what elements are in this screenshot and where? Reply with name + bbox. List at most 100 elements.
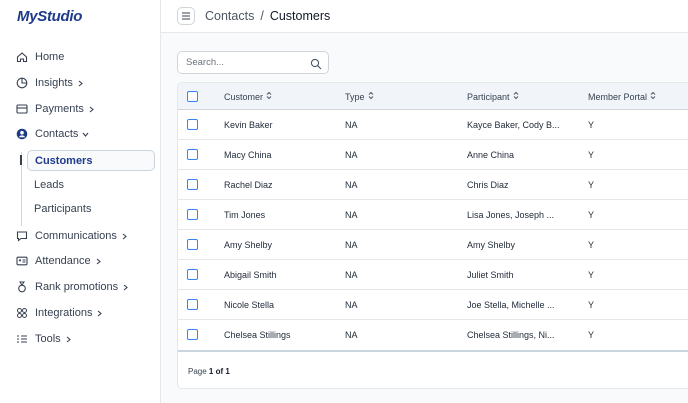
sidebar-item-insights[interactable]: Insights (16, 72, 84, 94)
sidebar-item-label: Contacts (35, 128, 79, 140)
menu-toggle-button[interactable] (177, 7, 195, 25)
sidebar-item-label: Home (35, 51, 65, 63)
chevron-down-icon (82, 131, 89, 138)
table-row[interactable]: Tim Jones NA Lisa Jones, Joseph ... Y (178, 200, 688, 230)
pagination-info: Page 1 of 1 (188, 367, 230, 376)
cell-member-portal: Y (588, 150, 595, 160)
breadcrumb-customers: Customers (269, 9, 331, 23)
cell-participant: Anne China (467, 150, 515, 160)
sidebar-item-contacts[interactable]: Contacts (16, 123, 89, 145)
cell-participant: Chelsea Stillings, Ni... (467, 330, 555, 340)
chevron-right-icon (121, 233, 128, 240)
cell-participant: Juliet Smith (467, 270, 514, 280)
home-icon (16, 51, 28, 63)
cell-type: NA (345, 180, 358, 190)
cell-type: NA (345, 210, 358, 220)
breadcrumb-contacts[interactable]: Contacts (205, 9, 254, 23)
cell-participant: Chris Diaz (467, 180, 509, 190)
pagination-current: 1 of 1 (208, 367, 230, 376)
cell-customer: Rachel Diaz (224, 180, 273, 190)
row-checkbox[interactable] (187, 179, 198, 190)
pagination-prefix: Page (188, 367, 207, 376)
cell-member-portal: Y (588, 300, 595, 310)
sidebar-item-label: Insights (35, 77, 73, 89)
submenu-active-marker (20, 155, 22, 165)
sidebar-item-payments[interactable]: Payments (16, 98, 95, 120)
cell-participant: Amy Shelby (467, 240, 516, 250)
sort-icon (650, 91, 656, 102)
chevron-right-icon (122, 284, 129, 291)
table-row[interactable]: Amy Shelby NA Amy Shelby Y (178, 230, 688, 260)
cell-type: NA (345, 120, 358, 130)
column-label: Customer (224, 91, 264, 102)
sidebar-item-communications[interactable]: Communications (16, 225, 128, 247)
row-checkbox[interactable] (187, 329, 198, 340)
cell-customer: Nicole Stella (224, 300, 275, 310)
select-all-checkbox[interactable] (187, 91, 198, 102)
row-checkbox[interactable] (187, 299, 198, 310)
cell-type: NA (345, 270, 358, 280)
sidebar-item-home[interactable]: Home (16, 46, 64, 68)
table-footer: Page 1 of 1 (178, 350, 688, 388)
breadcrumb: Contacts / Customers (205, 9, 330, 23)
sidebar-item-tools[interactable]: Tools (16, 328, 72, 350)
column-header-member-portal[interactable]: Member Portal (588, 91, 656, 102)
column-header-customer[interactable]: Customer (224, 91, 272, 102)
column-label: Member Portal (588, 91, 648, 102)
medal-icon (16, 281, 28, 293)
chevron-right-icon (95, 258, 102, 265)
cell-participant: Joe Stella, Michelle ... (467, 300, 555, 310)
cell-customer: Kevin Baker (224, 120, 273, 130)
search-input[interactable] (177, 51, 329, 74)
sidebar-subitem-leads[interactable]: Leads (34, 176, 64, 194)
table-row[interactable]: Abigail Smith NA Juliet Smith Y (178, 260, 688, 290)
row-checkbox[interactable] (187, 149, 198, 160)
row-checkbox[interactable] (187, 269, 198, 280)
column-header-type[interactable]: Type (345, 91, 374, 102)
chat-icon (16, 230, 28, 242)
cell-member-portal: Y (588, 120, 595, 130)
column-label: Type (345, 91, 365, 102)
cell-member-portal: Y (588, 330, 595, 340)
cell-customer: Chelsea Stillings (224, 330, 291, 340)
sidebar-item-label: Rank promotions (35, 281, 119, 293)
column-label: Participant (467, 91, 510, 102)
top-bar: Contacts / Customers (161, 0, 688, 33)
sidebar-item-rank-promotions[interactable]: Rank promotions (16, 276, 129, 298)
sidebar-item-label: Communications (35, 230, 117, 242)
search-icon[interactable] (310, 57, 322, 70)
sidebar-item-label: Integrations (35, 307, 93, 319)
table-row[interactable]: Macy China NA Anne China Y (178, 140, 688, 170)
sidebar-subitem-customers[interactable]: Customers (27, 150, 155, 171)
hamburger-icon (181, 7, 191, 25)
sidebar-item-label: Tools (35, 333, 61, 345)
list-icon (16, 333, 28, 345)
app-logo[interactable]: MyStudio (17, 8, 82, 25)
row-checkbox[interactable] (187, 209, 198, 220)
sidebar-item-integrations[interactable]: Integrations (16, 302, 103, 324)
cell-member-portal: Y (588, 270, 595, 280)
cell-customer: Abigail Smith (224, 270, 277, 280)
table-header: Customer Type Participant Member Portal (178, 83, 688, 110)
sort-icon (368, 91, 374, 102)
sort-icon (513, 91, 519, 102)
table-row[interactable]: Nicole Stella NA Joe Stella, Michelle ..… (178, 290, 688, 320)
cell-member-portal: Y (588, 210, 595, 220)
table-row[interactable]: Rachel Diaz NA Chris Diaz Y (178, 170, 688, 200)
sidebar-item-attendance[interactable]: Attendance (16, 250, 102, 272)
row-checkbox[interactable] (187, 239, 198, 250)
table-row[interactable]: Kevin Baker NA Kayce Baker, Cody B... Y (178, 110, 688, 140)
cell-type: NA (345, 330, 358, 340)
row-checkbox[interactable] (187, 119, 198, 130)
cell-customer: Tim Jones (224, 210, 266, 220)
sidebar-subitem-participants[interactable]: Participants (34, 200, 91, 218)
cell-member-portal: Y (588, 180, 595, 190)
customers-table: Customer Type Participant Member Portal … (177, 82, 688, 389)
chevron-right-icon (96, 310, 103, 317)
sidebar: MyStudio Home Insights Payments Contacts… (0, 0, 161, 403)
chevron-right-icon (77, 80, 84, 87)
column-header-participant[interactable]: Participant (467, 91, 519, 102)
sidebar-item-label: Payments (35, 103, 84, 115)
table-row[interactable]: Chelsea Stillings NA Chelsea Stillings, … (178, 320, 688, 350)
main-content: Customer Type Participant Member Portal … (161, 33, 688, 403)
